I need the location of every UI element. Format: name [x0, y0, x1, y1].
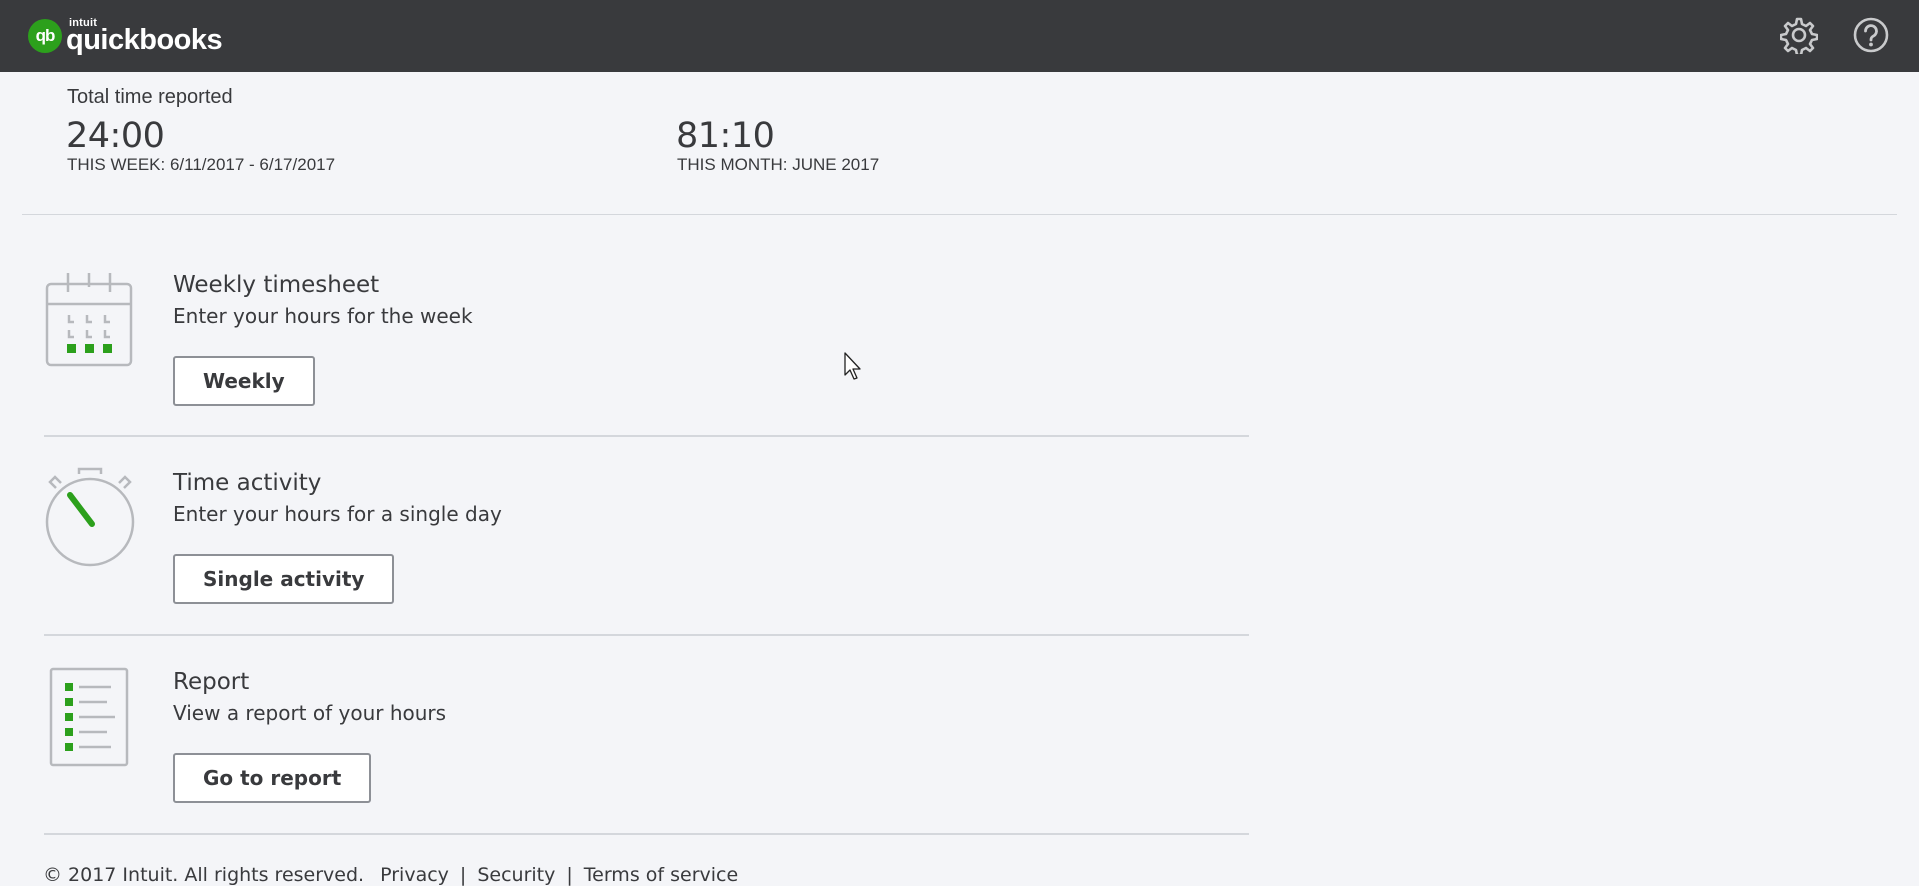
- footer-separator: |: [566, 864, 573, 886]
- weekly-timesheet-description: Enter your hours for the week: [173, 304, 473, 328]
- footer-separator: |: [459, 864, 467, 886]
- copyright-text: © 2017 Intuit. All rights reserved.: [43, 864, 365, 886]
- mouse-cursor-icon: [844, 352, 861, 380]
- help-icon[interactable]: [1852, 16, 1890, 54]
- privacy-link[interactable]: Privacy: [380, 864, 449, 886]
- time-activity-title: Time activity: [173, 470, 322, 496]
- month-caption: THIS MONTH: JUNE 2017: [677, 155, 880, 174]
- stopwatch-icon: [45, 467, 135, 567]
- weekly-button[interactable]: Weekly: [173, 356, 315, 406]
- security-link[interactable]: Security: [477, 864, 555, 886]
- single-activity-button[interactable]: Single activity: [173, 554, 395, 604]
- section-divider: [44, 833, 1249, 835]
- section-divider: [44, 435, 1249, 437]
- terms-of-service-link[interactable]: Terms of service: [584, 864, 738, 886]
- summary-divider: [22, 214, 1897, 215]
- gear-icon[interactable]: [1780, 16, 1818, 54]
- time-activity-description: Enter your hours for a single day: [173, 502, 502, 526]
- go-to-report-button[interactable]: Go to report: [173, 753, 372, 803]
- logo-wordmark: quickbooks: [66, 24, 223, 56]
- week-total-value: 24:00: [66, 116, 165, 156]
- section-divider: [44, 634, 1249, 636]
- logo-badge: qb: [28, 19, 62, 53]
- report-icon: [49, 667, 129, 767]
- quickbooks-logo[interactable]: qb intuit quickbooks: [28, 17, 223, 56]
- footer: © 2017 Intuit. All rights reserved. Priv…: [43, 864, 738, 886]
- report-description: View a report of your hours: [173, 701, 447, 725]
- report-title: Report: [173, 669, 250, 695]
- top-bar: qb intuit quickbooks: [0, 0, 1919, 72]
- month-total-value: 81:10: [676, 116, 775, 156]
- calendar-icon: [45, 273, 133, 367]
- weekly-timesheet-title: Weekly timesheet: [173, 272, 380, 298]
- total-time-label: Total time reported: [67, 86, 233, 108]
- week-range-caption: THIS WEEK: 6/11/2017 - 6/17/2017: [67, 155, 336, 174]
